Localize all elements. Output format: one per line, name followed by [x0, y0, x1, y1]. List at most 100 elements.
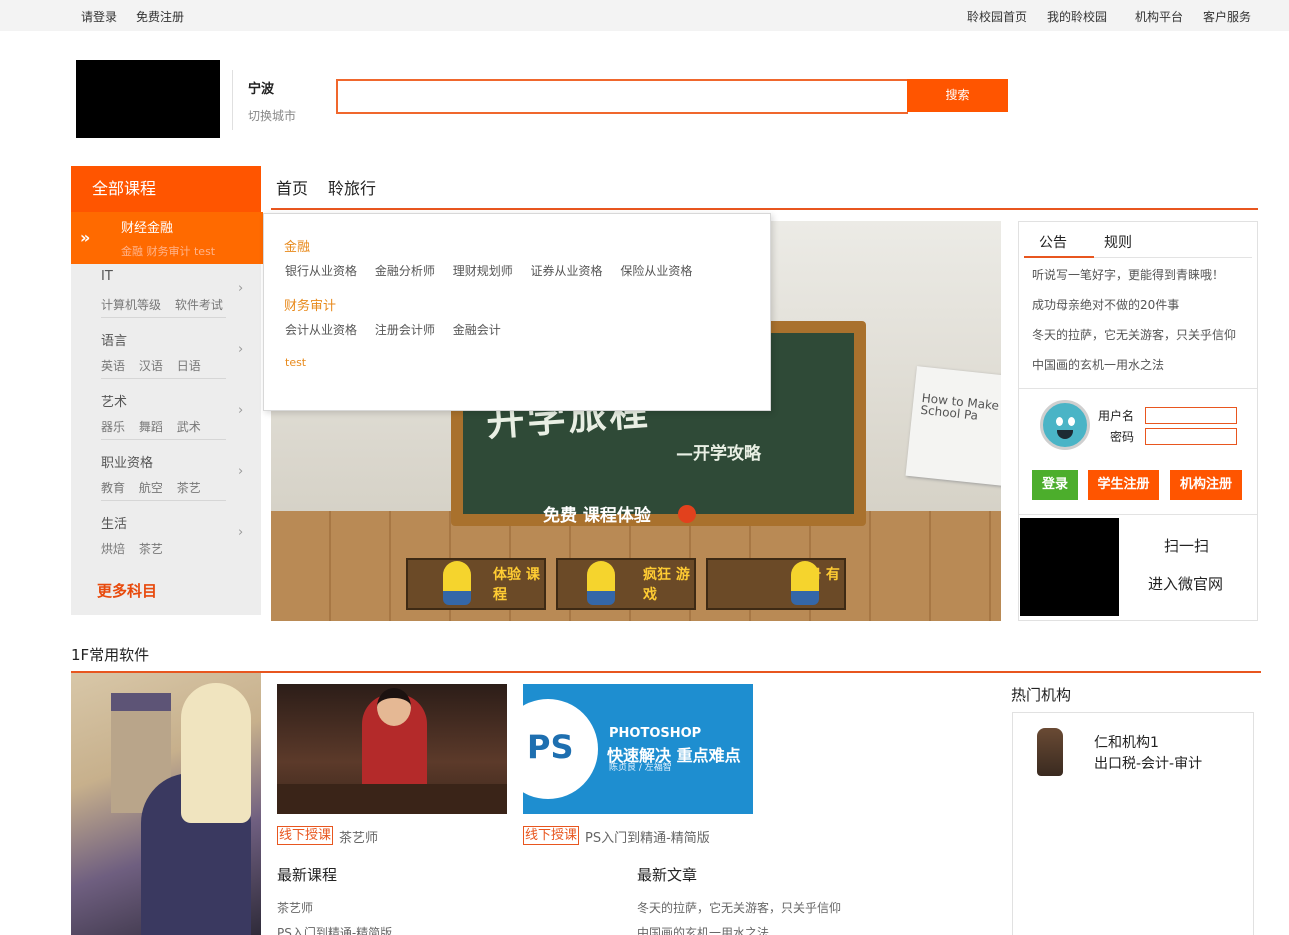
chevron-right-icon: › — [238, 464, 244, 479]
latest-articles-title: 最新文章 — [637, 866, 698, 884]
sub-link[interactable]: 保险从业资格 — [620, 264, 692, 278]
apple-icon — [678, 505, 696, 523]
home-link[interactable]: 聆校园首页 — [967, 8, 1027, 25]
sub-link[interactable]: 理财规划师 — [453, 264, 513, 278]
sub-link[interactable]: 计算机等级 — [101, 298, 161, 312]
course-title[interactable]: PS入门到精通-精简版 — [585, 827, 710, 846]
qr-enter-text[interactable]: 进入微官网 — [1148, 573, 1223, 594]
latest-article-item[interactable]: 中国画的玄机一用水之法 — [637, 924, 769, 935]
sub-link[interactable]: 烘焙 — [101, 542, 125, 556]
login-button[interactable]: 登录 — [1032, 470, 1078, 500]
chevron-right-icon: › — [238, 281, 244, 296]
banner-tag-register[interactable]: 注册 有礼 — [706, 558, 846, 610]
group-title[interactable]: 财务审计 — [284, 295, 336, 314]
latest-course-item[interactable]: PS入门到精通-精简版 — [277, 924, 392, 935]
current-city: 宁波 — [248, 82, 275, 97]
sub-link[interactable]: 注册会计师 — [375, 323, 435, 337]
category-title: 财经金融 — [121, 221, 174, 236]
sub-link[interactable]: 汉语 — [139, 359, 163, 373]
category-item-language[interactable]: 语言 › 英语 汉语 日语 — [71, 326, 261, 387]
category-dropdown: 金融 银行从业资格 金融分析师 理财规划师 证券从业资格 保险从业资格 财务审计… — [263, 213, 771, 411]
category-item-finance[interactable]: » 财经金融 金融 财务审计 test — [71, 212, 263, 264]
minion-icon — [791, 561, 819, 605]
org-logo[interactable] — [1037, 728, 1063, 776]
switch-city-link[interactable]: 切换城市 — [248, 107, 296, 124]
nav-travel[interactable]: 聆旅行 — [328, 175, 376, 199]
qr-scan-text: 扫一扫 — [1164, 537, 1210, 555]
group-title[interactable]: test — [285, 356, 306, 369]
divider — [101, 317, 226, 318]
sub-link[interactable]: 证券从业资格 — [531, 264, 603, 278]
latest-course-item[interactable]: 茶艺师 — [277, 899, 313, 916]
category-item-it[interactable]: IT › 计算机等级 软件考试 — [71, 265, 261, 326]
top-bar: 请登录 免费注册 聆校园首页 我的聆校园 机构平台 客户服务 — [0, 0, 1289, 31]
my-campus-link[interactable]: 我的聆校园 — [1047, 8, 1107, 25]
sub-link[interactable]: 茶艺 — [177, 481, 201, 495]
banner-free-text: 免费 课程体验 — [543, 506, 651, 526]
org-desc: 出口税-会计-审计 — [1094, 756, 1203, 772]
nav-home[interactable]: 首页 — [276, 175, 308, 199]
org-name[interactable]: 仁和机构1 — [1094, 732, 1159, 752]
student-register-button[interactable]: 学生注册 — [1088, 470, 1159, 500]
sub-link[interactable]: 银行从业资格 — [285, 264, 357, 278]
site-logo[interactable] — [76, 60, 220, 138]
course-image-ps[interactable]: PS PHOTOSHOP 快速解决 重点难点 陈贞良 / 左福智 — [523, 684, 753, 814]
category-item-life[interactable]: 生活 › 烘焙 茶艺 — [71, 509, 261, 570]
notice-item[interactable]: 冬天的拉萨，它无关游客，只关乎信仰 — [1032, 326, 1236, 343]
org-register-button[interactable]: 机构注册 — [1170, 470, 1242, 500]
category-title: IT — [101, 269, 113, 284]
group-links: 会计从业资格 注册会计师 金融会计 — [285, 321, 515, 338]
avatar — [1040, 400, 1090, 450]
sub-link[interactable]: 器乐 — [101, 420, 125, 434]
customer-service-link[interactable]: 客户服务 — [1203, 8, 1251, 25]
category-subs: 金融 财务审计 test — [121, 245, 216, 258]
category-item-art[interactable]: 艺术 › 器乐 舞蹈 武术 — [71, 387, 261, 448]
password-field[interactable] — [1145, 428, 1237, 445]
more-subjects-link[interactable]: 更多科目 — [97, 580, 157, 601]
course-title[interactable]: 茶艺师 — [339, 827, 378, 846]
sub-link[interactable]: 武术 — [177, 420, 201, 434]
divider — [1019, 388, 1257, 389]
sub-link[interactable]: 航空 — [139, 481, 163, 495]
divider — [101, 439, 226, 440]
floor-banner-image[interactable] — [71, 673, 261, 935]
notice-item[interactable]: 成功母亲绝对不做的20件事 — [1032, 296, 1179, 313]
banner-tag-game[interactable]: 疯狂 游戏 — [556, 558, 696, 610]
category-title: 职业资格 — [101, 456, 154, 471]
org-platform-link[interactable]: 机构平台 — [1135, 8, 1183, 25]
sub-link[interactable]: 教育 — [101, 481, 125, 495]
sub-link[interactable]: 软件考试 — [175, 298, 223, 312]
search-input[interactable] — [336, 79, 908, 114]
sub-link[interactable]: 金融会计 — [453, 323, 501, 337]
paper-note — [905, 366, 1001, 486]
sub-link[interactable]: 舞蹈 — [139, 420, 163, 434]
floor-title: 1F常用软件 — [71, 646, 150, 664]
course-image-tea[interactable] — [277, 684, 507, 814]
notice-item[interactable]: 听说写一笔好字，更能得到青睐哦！ — [1032, 266, 1224, 283]
category-item-qualification[interactable]: 职业资格 › 教育 航空 茶艺 — [71, 448, 261, 509]
register-link[interactable]: 免费注册 — [136, 8, 184, 25]
category-subs: 烘焙 茶艺 — [101, 540, 173, 557]
ps-text: 陈贞良 / 左福智 — [609, 763, 672, 773]
minion-icon — [443, 561, 471, 605]
chevron-right-icon: › — [238, 403, 244, 418]
group-title[interactable]: 金融 — [284, 236, 310, 255]
latest-courses-title: 最新课程 — [277, 866, 338, 884]
search-button[interactable]: 搜索 — [907, 79, 1008, 112]
tab-notice[interactable]: 公告 — [1039, 232, 1067, 252]
tab-rules[interactable]: 规则 — [1104, 232, 1132, 252]
group-links: 银行从业资格 金融分析师 理财规划师 证券从业资格 保险从业资格 — [285, 262, 706, 279]
username-field[interactable] — [1145, 407, 1237, 424]
category-subs: 英语 汉语 日语 — [101, 357, 211, 374]
notice-item[interactable]: 中国画的玄机一用水之法 — [1032, 356, 1164, 373]
sub-link[interactable]: 茶艺 — [139, 542, 163, 556]
tab-active-indicator — [1024, 256, 1094, 258]
latest-article-item[interactable]: 冬天的拉萨，它无关游客，只关乎信仰 — [637, 899, 841, 916]
sub-link[interactable]: 金融分析师 — [375, 264, 435, 278]
qr-code — [1020, 518, 1119, 616]
sub-link[interactable]: 会计从业资格 — [285, 323, 357, 337]
login-link[interactable]: 请登录 — [81, 8, 117, 25]
banner-tag-trial[interactable]: 体验 课程 — [406, 558, 546, 610]
sub-link[interactable]: 日语 — [177, 359, 201, 373]
sub-link[interactable]: 英语 — [101, 359, 125, 373]
